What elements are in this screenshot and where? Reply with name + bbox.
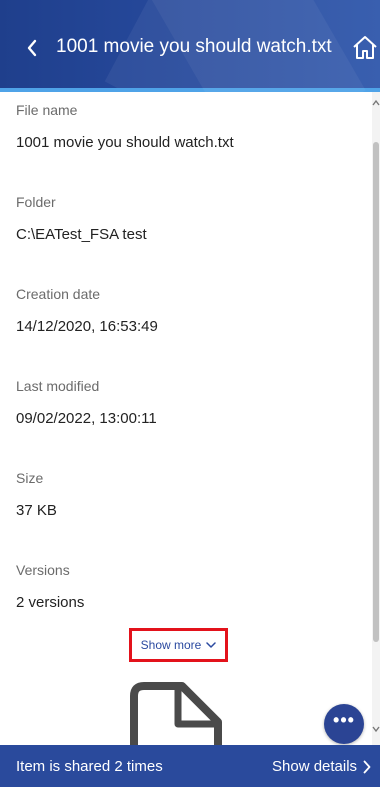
scroll-down-arrow-icon[interactable] (372, 724, 380, 734)
back-button[interactable] (18, 30, 46, 66)
show-details-label: Show details (272, 758, 358, 775)
detail-label: Creation date (16, 286, 101, 302)
scroll-up-arrow-icon[interactable] (372, 98, 380, 108)
show-more-button[interactable]: Show more (129, 628, 228, 662)
show-details-button[interactable]: Show details (272, 757, 371, 777)
header-bar: 1001 movie you should watch.txt (0, 0, 380, 92)
detail-creation-date: Creation date 14/12/2020, 16:53:49 (16, 285, 158, 337)
detail-file-name: File name 1001 movie you should watch.tx… (16, 101, 234, 153)
document-icon (130, 682, 222, 745)
file-details-screen: 1001 movie you should watch.txt File nam… (0, 0, 380, 787)
detail-value: 09/02/2022, 13:00:11 (16, 410, 157, 427)
more-actions-button[interactable]: ••• (324, 704, 364, 744)
detail-value: 1001 movie you should watch.txt (16, 134, 234, 151)
scrollbar-thumb[interactable] (373, 142, 379, 642)
show-more-label: Show more (140, 638, 202, 652)
share-status-text: Item is shared 2 times (16, 758, 163, 775)
details-panel: File name 1001 movie you should watch.tx… (0, 92, 372, 745)
detail-label: Size (16, 470, 44, 486)
chevron-left-icon (27, 39, 37, 57)
chevron-right-icon (363, 760, 371, 774)
chevron-down-icon (206, 641, 217, 648)
detail-last-modified: Last modified 09/02/2022, 13:00:11 (16, 377, 157, 429)
home-icon (353, 36, 377, 59)
detail-label: Last modified (16, 378, 100, 394)
detail-label: File name (16, 102, 78, 118)
detail-value: 2 versions (16, 594, 85, 611)
detail-value: C:\EATest_FSA test (16, 226, 147, 243)
scrollbar[interactable] (372, 92, 380, 745)
detail-value: 37 KB (16, 502, 57, 519)
sharing-footer: Item is shared 2 times Show details (0, 745, 380, 787)
detail-label: Versions (16, 562, 70, 578)
detail-folder: Folder C:\EATest_FSA test (16, 193, 147, 245)
detail-versions: Versions 2 versions (16, 561, 84, 613)
detail-label: Folder (16, 194, 56, 210)
detail-value: 14/12/2020, 16:53:49 (16, 318, 158, 335)
page-title: 1001 movie you should watch.txt (56, 36, 332, 57)
more-icon: ••• (333, 710, 355, 730)
home-button[interactable] (350, 32, 380, 62)
detail-size: Size 37 KB (16, 469, 57, 521)
